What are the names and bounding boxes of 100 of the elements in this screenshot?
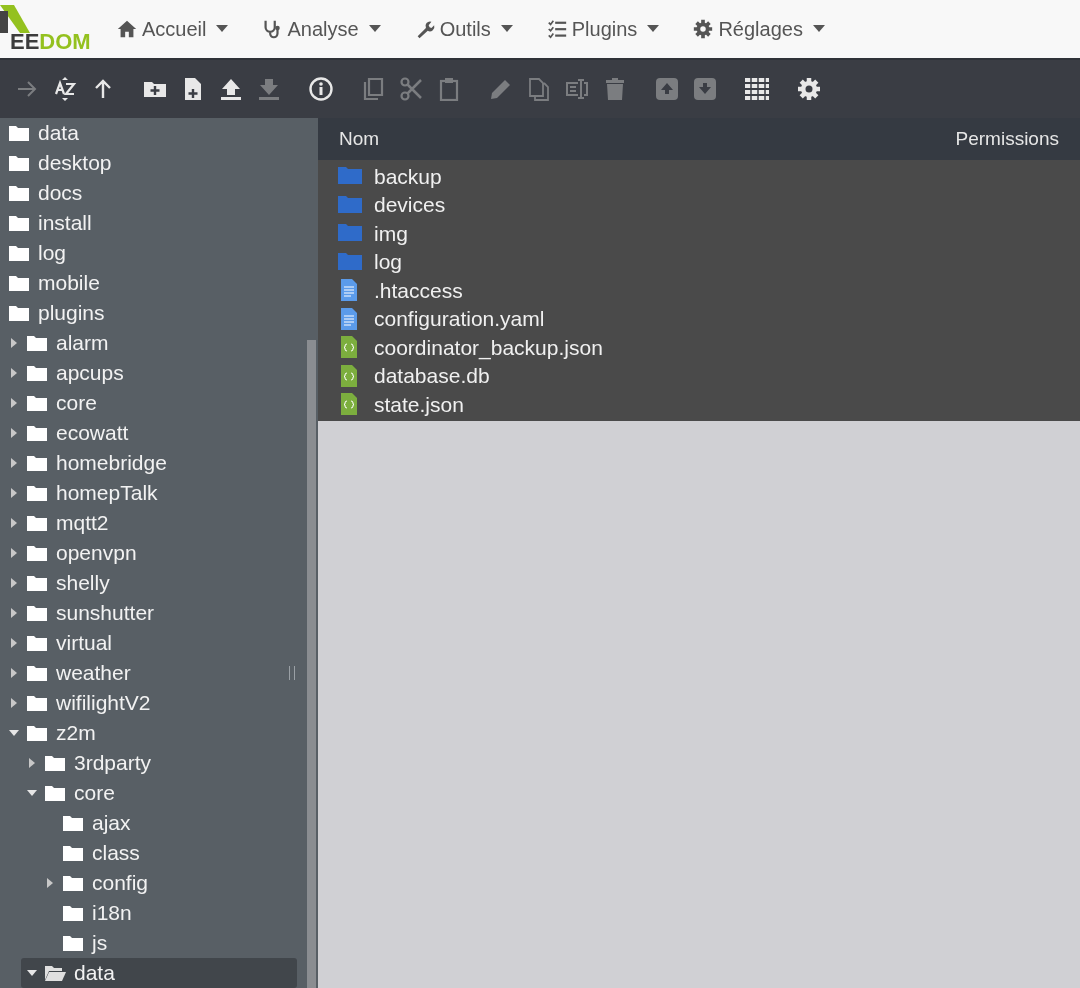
tree-item-label: apcups — [56, 360, 124, 387]
tree-item[interactable]: openvpn — [0, 538, 305, 568]
caret-icon — [368, 25, 381, 33]
tree-item-label: class — [92, 840, 140, 867]
file-name[interactable]: backup — [374, 160, 442, 192]
tree-item-label: config — [92, 870, 149, 897]
tree-item[interactable]: desktop — [0, 148, 305, 178]
open-folder-icon — [44, 964, 66, 982]
tree-item-label: wifilightV2 — [56, 690, 151, 717]
tree-item[interactable]: plugins — [0, 298, 305, 328]
tree-item-label: log — [38, 240, 67, 267]
tree-item[interactable]: z2m — [0, 718, 305, 748]
folder-icon — [8, 244, 30, 262]
folder-icon — [26, 634, 48, 652]
download-icon — [257, 77, 281, 101]
tree-item[interactable]: ecowatt — [0, 418, 305, 448]
upload-icon — [219, 77, 243, 101]
folder-icon — [26, 364, 48, 382]
tree-item[interactable]: install — [0, 208, 305, 238]
folder-icon — [26, 454, 48, 472]
tree-item-label: install — [38, 210, 92, 237]
folder-icon — [8, 184, 30, 202]
tree-item-label: homebridge — [56, 450, 167, 477]
caret-icon — [647, 25, 660, 33]
extract-icon — [693, 77, 717, 101]
tree-item[interactable]: 3rdparty — [0, 748, 305, 778]
tree-item-label: shelly — [56, 570, 110, 597]
tree-item-label: i18n — [92, 900, 132, 927]
tree-item[interactable]: homepTalk — [0, 478, 305, 508]
tree-item[interactable]: data — [21, 958, 297, 988]
folder-icon — [8, 124, 30, 142]
checklist-icon — [545, 18, 568, 40]
tree-item[interactable]: sunshutter — [0, 598, 305, 628]
folder-icon — [26, 574, 48, 592]
tree-item[interactable]: alarm — [0, 328, 305, 358]
folder-icon — [26, 544, 48, 562]
folder-icon — [8, 214, 30, 232]
tree-item[interactable]: config — [0, 868, 305, 898]
tree-item[interactable]: core — [0, 778, 305, 808]
tree-item-label: docs — [38, 180, 83, 207]
tree-item-label: mqtt2 — [56, 510, 109, 537]
tree-item[interactable]: mobile — [0, 268, 305, 298]
tree-item[interactable]: wifilightV2 — [0, 688, 305, 718]
settings-icon — [797, 77, 821, 101]
column-header[interactable]: Permissions — [955, 124, 1059, 154]
rename-icon — [565, 77, 589, 101]
tree-item[interactable]: homebridge — [0, 448, 305, 478]
logo[interactable]: EEDOM — [0, 5, 110, 53]
tree-item-label: 3rdparty — [74, 750, 152, 777]
tree-item-label: js — [92, 930, 108, 957]
tree-item-label: mobile — [38, 270, 100, 297]
tree-item[interactable]: i18n — [0, 898, 305, 928]
menu-dropdown[interactable]: Accueil — [116, 14, 229, 44]
tree-item-label: ecowatt — [56, 420, 129, 447]
resize-handle-icon[interactable] — [289, 666, 295, 680]
tree-item-label: homepTalk — [56, 480, 158, 507]
folder-icon — [62, 874, 84, 892]
tree-item[interactable]: shelly — [0, 568, 305, 598]
trash-icon — [603, 77, 627, 101]
info-icon — [309, 77, 333, 101]
tree-item[interactable]: mqtt2 — [0, 508, 305, 538]
tree-item-label: plugins — [38, 300, 105, 327]
folder-icon — [44, 784, 66, 802]
tree-item-label: core — [56, 390, 97, 417]
column-header[interactable]: Nom — [339, 124, 380, 154]
tree-item[interactable]: apcups — [0, 358, 305, 388]
menu-dropdown[interactable]: Outils — [413, 14, 513, 44]
folder-icon — [26, 334, 48, 352]
grid-icon — [745, 77, 769, 101]
home-icon — [116, 18, 138, 40]
tree-item-label: ajax — [92, 810, 131, 837]
folder-icon — [26, 694, 48, 712]
file-copy-icon — [527, 77, 551, 101]
tree-item[interactable]: docs — [0, 178, 305, 208]
tree-item-label: weather — [56, 660, 131, 687]
tree-item-label: virtual — [56, 630, 113, 657]
scrollbar-thumb[interactable] — [307, 340, 316, 988]
folder-icon — [62, 934, 84, 952]
folder-icon — [26, 424, 48, 442]
tree-item[interactable]: log — [0, 238, 305, 268]
tree-item[interactable]: core — [0, 388, 305, 418]
tree-item-label: desktop — [38, 150, 112, 177]
menu-dropdown[interactable]: Analyse — [261, 14, 381, 44]
tree-item-label: data — [38, 120, 79, 147]
tree-item[interactable]: weather — [0, 658, 305, 688]
folder-icon — [26, 724, 48, 742]
tree-item[interactable]: virtual — [0, 628, 305, 658]
tree-item-label: z2m — [56, 720, 96, 747]
folder-icon — [26, 394, 48, 412]
tree-item[interactable]: class — [0, 838, 305, 868]
tree-item-label: data — [74, 960, 115, 987]
copy-icon — [361, 77, 385, 101]
menu-dropdown[interactable]: Réglages — [692, 14, 825, 44]
menu-dropdown[interactable]: Plugins — [545, 14, 660, 44]
tree-item[interactable]: data — [0, 118, 305, 148]
tree-item[interactable]: js — [0, 928, 305, 958]
tree-item-label: alarm — [56, 330, 109, 357]
tree-item[interactable]: ajax — [0, 808, 305, 838]
clipboard-icon — [437, 77, 461, 101]
folder-icon — [26, 484, 48, 502]
